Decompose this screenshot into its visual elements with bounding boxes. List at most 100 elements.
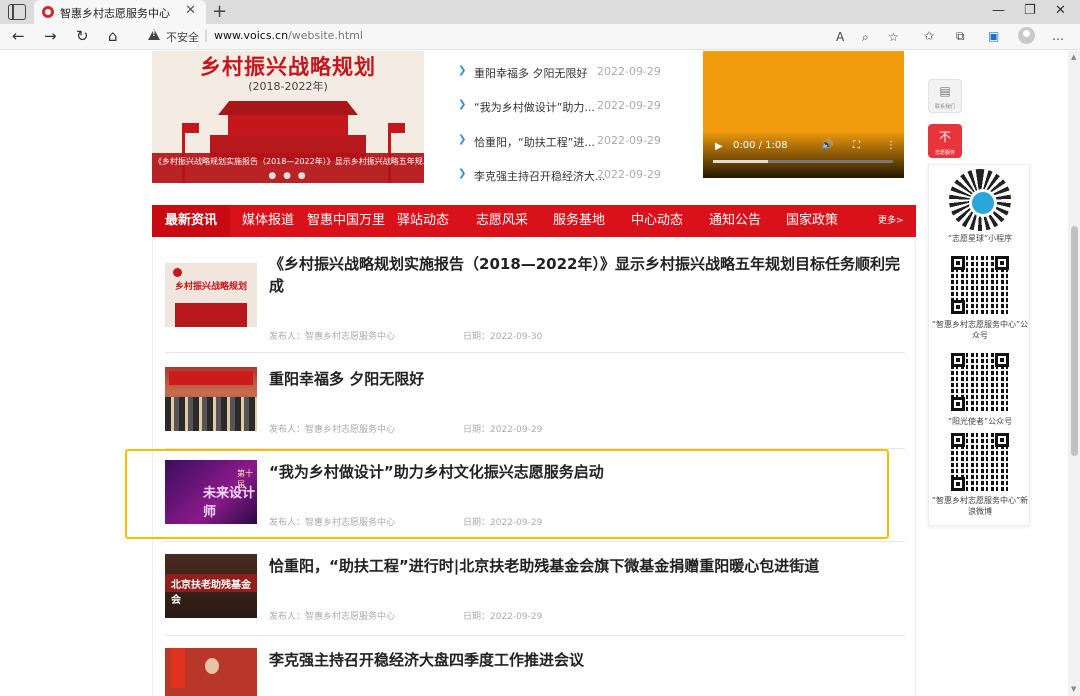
qr-label: “志愿星球”小程序 [947, 234, 1013, 243]
web-page: 乡村振兴战略规划 (2018-2022年) 《乡村振兴战略规划实施报告（2018… [0, 51, 1068, 696]
article-date: 日期：2022-09-29 [463, 612, 543, 622]
thumbnail-text: 乡村振兴战略规划 [174, 282, 247, 292]
browser-tab[interactable]: 智惠乡村志愿服务中心 ✕ [34, 0, 206, 24]
address-bar[interactable]: 不安全 | www.voics.cn/website.html A ⌕ ☆ [138, 25, 908, 48]
top-news-title[interactable]: 重阳幸福多 夕阳无限好 [474, 65, 588, 81]
top-news-title[interactable]: 李克强主持召开稳经济大... [474, 168, 606, 184]
close-window-button[interactable]: ✕ [1055, 3, 1066, 18]
article-title[interactable]: 李克强主持召开稳经济大盘四季度工作推进会议 [269, 649, 903, 671]
volunteer-service-label: 志愿服务 [934, 150, 955, 156]
tab-latest-news[interactable]: 最新资讯 [152, 205, 230, 237]
browser-toolbar: ← → ↻ ⌂ 不安全 | www.voics.cn/website.html … [0, 24, 1080, 50]
sunshine-account-qr-icon[interactable] [951, 353, 1009, 411]
selection-highlight [125, 449, 889, 539]
minimize-button[interactable]: — [992, 3, 1005, 18]
qr-label: “阳光使者”公众号 [947, 417, 1013, 426]
qr-label: “智惠乡村志愿服务中心”新浪微博 [931, 496, 1029, 516]
browser-window: 智惠乡村志愿服务中心 ✕ + — ❐ ✕ ← → ↻ ⌂ 不安全 | www.v… [0, 0, 1080, 696]
more-options-icon[interactable]: ⋮ [886, 140, 896, 151]
collections-icon[interactable]: ⧉ [956, 29, 965, 44]
top-news-item[interactable]: ❯ 恰重阳，“助扶工程”进... 2022-09-29 [458, 134, 678, 152]
article-title[interactable]: 重阳幸福多 夕阳无限好 [269, 368, 903, 390]
scroll-up-icon[interactable]: ▲ [1071, 53, 1076, 61]
play-icon[interactable]: ▶ [715, 141, 723, 152]
article-thumbnail[interactable] [165, 648, 257, 696]
scroll-down-icon[interactable]: ▼ [1071, 685, 1076, 693]
more-link[interactable]: 更多> [878, 205, 904, 237]
tab-notices[interactable]: 通知公告 [709, 205, 761, 237]
contact-us-label: 联系我们 [934, 104, 955, 110]
article-publisher: 发布人：智惠乡村志愿服务中心 [269, 612, 396, 622]
tab-smart-china[interactable]: 智惠中国万里 [307, 205, 385, 237]
warning-icon [148, 29, 160, 40]
video-progress-bar[interactable] [713, 160, 893, 163]
url-text[interactable]: www.voics.cn/website.html [214, 29, 363, 42]
banner-years: (2018-2022年) [248, 80, 328, 93]
top-news-item[interactable]: ❯ “我为乡村做设计”助力... 2022-09-29 [458, 99, 678, 117]
tab-strip: 智惠乡村志愿服务中心 ✕ + — ❐ ✕ [0, 0, 1080, 24]
tiananmen-illustration [210, 101, 366, 161]
volume-icon[interactable]: 🔊 [821, 140, 833, 151]
zoom-icon[interactable]: ⌕ [862, 30, 869, 45]
top-news-title[interactable]: 恰重阳，“助扶工程”进... [474, 134, 595, 150]
tab-volunteer-style[interactable]: 志愿风采 [476, 205, 528, 237]
tab-station-news[interactable]: 驿站动态 [397, 205, 449, 237]
new-tab-button[interactable]: + [212, 1, 227, 22]
back-icon[interactable]: ← [12, 27, 25, 45]
wechat-account-qr-icon[interactable] [951, 256, 1009, 314]
divider [165, 635, 905, 636]
tab-service-base[interactable]: 服务基地 [553, 205, 605, 237]
carousel-dots[interactable]: ● ● ● [152, 171, 424, 181]
read-aloud-icon[interactable]: A [836, 30, 844, 44]
top-news-date: 2022-09-29 [597, 168, 661, 181]
tab-national-policy[interactable]: 国家政策 [786, 205, 838, 237]
article-date: 日期：2022-09-30 [463, 332, 543, 342]
thumbnail-text: 北京扶老助残基金会 [171, 580, 251, 606]
weibo-qr-icon[interactable] [951, 433, 1009, 491]
video-time: 0:00 / 1:08 [733, 140, 788, 151]
tab-close-icon[interactable]: ✕ [185, 3, 196, 18]
article-title[interactable]: 恰重阳，“助扶工程”进行时|北京扶老助残基金会旗下微基金捐赠重阳暖心包进街道 [269, 555, 903, 577]
profile-avatar[interactable] [1018, 27, 1035, 44]
article-thumbnail[interactable] [165, 367, 257, 431]
refresh-icon[interactable]: ↻ [76, 27, 89, 45]
article-thumbnail[interactable]: 乡村振兴战略规划 [165, 263, 257, 327]
video-controls [703, 131, 904, 178]
contact-us-button[interactable]: ▤ 联系我们 [928, 79, 962, 113]
tab-title: 智惠乡村志愿服务中心 [60, 7, 170, 20]
party-emblem-icon [173, 268, 182, 277]
volunteer-service-button[interactable]: 不 志愿服务 [928, 124, 962, 158]
top-news-item[interactable]: ❯ 李克强主持召开稳经济大... 2022-09-29 [458, 168, 678, 186]
restore-button[interactable]: ❐ [1024, 3, 1036, 18]
tab-center-news[interactable]: 中心动态 [631, 205, 683, 237]
mini-program-qr-icon[interactable] [949, 169, 1011, 231]
volunteer-icon: 不 [938, 130, 951, 144]
tab-media-reports[interactable]: 媒体报道 [242, 205, 294, 237]
carousel-banner[interactable]: 乡村振兴战略规划 (2018-2022年) 《乡村振兴战略规划实施报告（2018… [152, 51, 424, 183]
qr-code-panel: “志愿星球”小程序 “智惠乡村志愿服务中心”公众号 “阳光使者”公众号 “智惠乡… [928, 164, 1030, 526]
top-news-date: 2022-09-29 [597, 65, 661, 78]
extension-icon[interactable]: ▣ [988, 29, 999, 43]
article-date: 日期：2022-09-29 [463, 425, 543, 435]
top-news-title[interactable]: “我为乡村做设计”助力... [474, 99, 595, 115]
chat-bubble-icon: ▤ [939, 84, 951, 98]
chevron-right-icon: ❯ [458, 134, 467, 145]
divider [165, 541, 905, 542]
settings-menu-icon[interactable]: … [1052, 29, 1064, 43]
video-player[interactable]: ▶ 0:00 / 1:08 🔊 ⛶ ⋮ [703, 51, 904, 178]
tab-actions-icon[interactable] [8, 4, 26, 20]
scroll-thumb[interactable] [1071, 226, 1078, 456]
not-secure-label: 不安全 [166, 31, 199, 44]
favorites-icon[interactable]: ✩ [924, 29, 934, 43]
top-news-date: 2022-09-29 [597, 99, 661, 112]
article-title[interactable]: 《乡村振兴战略规划实施报告（2018—2022年）》显示乡村振兴战略五年规划目标… [269, 253, 903, 297]
fullscreen-icon[interactable]: ⛶ [853, 140, 860, 151]
article-publisher: 发布人：智惠乡村志愿服务中心 [269, 425, 396, 435]
home-icon[interactable]: ⌂ [108, 27, 118, 45]
chevron-right-icon: ❯ [458, 99, 467, 110]
top-news-item[interactable]: ❯ 重阳幸福多 夕阳无限好 2022-09-29 [458, 65, 678, 83]
add-favorite-icon[interactable]: ☆ [888, 30, 899, 44]
page-scrollbar[interactable]: ▲ ▼ [1068, 51, 1080, 696]
article-thumbnail[interactable]: 北京扶老助残基金会 [165, 554, 257, 618]
forward-icon[interactable]: → [44, 27, 57, 45]
